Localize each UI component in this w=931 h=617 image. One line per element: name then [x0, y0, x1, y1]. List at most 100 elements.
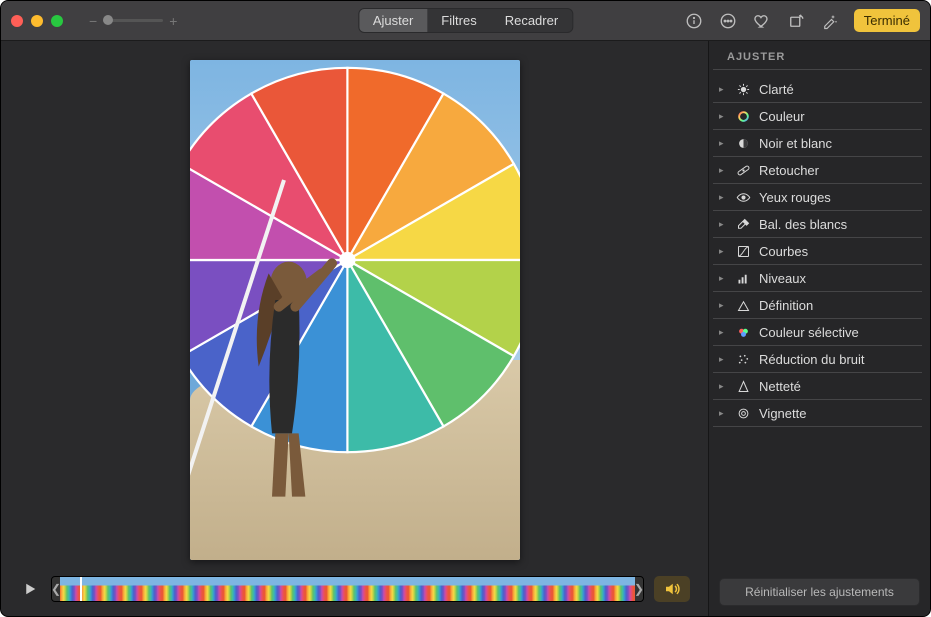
timeline-scrubber[interactable]: ❮ ❯	[51, 576, 644, 602]
levels-icon	[735, 270, 751, 286]
eye-icon	[735, 189, 751, 205]
timeline-frame	[491, 577, 512, 601]
close-window-button[interactable]	[11, 15, 23, 27]
adjust-item-levels[interactable]: ▸Niveaux	[713, 265, 922, 292]
adjust-item-label: Courbes	[759, 244, 912, 259]
reset-adjustments-button[interactable]: Réinitialiser les ajustements	[719, 578, 920, 606]
timeline-frame	[409, 577, 430, 601]
adjust-item-label: Bal. des blancs	[759, 217, 912, 232]
adjust-item-label: Vignette	[759, 406, 912, 421]
dropper-icon	[735, 216, 751, 232]
chevron-right-icon: ▸	[719, 111, 727, 122]
adjust-item-bw[interactable]: ▸Noir et blanc	[713, 130, 922, 157]
adjust-item-sharpen[interactable]: ▸Netteté	[713, 373, 922, 400]
zoom-out-icon: −	[89, 13, 97, 29]
timeline-frame	[430, 577, 451, 601]
light-icon	[735, 81, 751, 97]
adjust-item-label: Yeux rouges	[759, 190, 912, 205]
curves-icon	[735, 243, 751, 259]
adjust-item-selective[interactable]: ▸ Couleur sélective	[713, 319, 922, 346]
adjust-list: ▸Clarté▸Couleur▸Noir et blanc▸Retoucher▸…	[709, 76, 930, 568]
timeline-frame	[163, 577, 184, 601]
definition-icon	[735, 297, 751, 313]
selective-icon	[735, 324, 751, 340]
color-icon	[735, 108, 751, 124]
adjust-item-light[interactable]: ▸Clarté	[713, 76, 922, 103]
timeline-frame	[471, 577, 492, 601]
photo-canvas	[1, 41, 708, 572]
zoom-window-button[interactable]	[51, 15, 63, 27]
timeline-frame	[245, 577, 266, 601]
zoom-slider[interactable]: − +	[89, 13, 177, 29]
more-icon[interactable]	[718, 11, 738, 31]
timeline-frame	[450, 577, 471, 601]
zoom-track[interactable]	[103, 19, 163, 22]
chevron-right-icon: ▸	[719, 138, 727, 149]
timeline-frame	[512, 577, 533, 601]
chevron-right-icon: ▸	[719, 219, 727, 230]
bandage-icon	[735, 162, 751, 178]
tab-filtres[interactable]: Filtres	[427, 9, 490, 32]
timeline-frame	[368, 577, 389, 601]
adjust-item-label: Clarté	[759, 82, 912, 97]
favorite-icon[interactable]	[752, 11, 772, 31]
info-icon[interactable]	[684, 11, 704, 31]
timeline-frame	[224, 577, 245, 601]
chevron-right-icon: ▸	[719, 300, 727, 311]
adjust-item-curves[interactable]: ▸ Courbes	[713, 238, 922, 265]
timeline-frame	[594, 577, 615, 601]
adjust-item-label: Retoucher	[759, 163, 912, 178]
tab-ajuster[interactable]: Ajuster	[359, 9, 427, 32]
timeline-frame	[122, 577, 143, 601]
timeline-frame	[60, 577, 81, 601]
bw-icon	[735, 135, 751, 151]
timeline-frame	[142, 577, 163, 601]
vignette-icon	[735, 405, 751, 421]
adjust-item-label: Définition	[759, 298, 912, 313]
chevron-right-icon: ▸	[719, 354, 727, 365]
timeline-frame	[306, 577, 327, 601]
rotate-icon[interactable]	[786, 11, 806, 31]
chevron-right-icon: ▸	[719, 327, 727, 338]
play-button[interactable]	[19, 578, 41, 600]
timeline-frame	[286, 577, 307, 601]
person-graphic	[242, 250, 342, 500]
auto-enhance-icon[interactable]	[820, 11, 840, 31]
main-area: ❮ ❯	[1, 41, 708, 616]
photo-preview[interactable]	[190, 60, 520, 560]
noise-icon	[735, 351, 751, 367]
body: ❮ ❯ AJUSTER ▸Clarté▸Couleur▸Noir et blan…	[1, 41, 930, 616]
edit-mode-tabs: AjusterFiltresRecadrer	[358, 8, 573, 33]
chevron-right-icon: ▸	[719, 246, 727, 257]
timeline-frame	[265, 577, 286, 601]
timeline-frame	[101, 577, 122, 601]
adjust-item-eye[interactable]: ▸ Yeux rouges	[713, 184, 922, 211]
adjust-item-label: Couleur	[759, 109, 912, 124]
chevron-right-icon: ▸	[719, 192, 727, 203]
playhead[interactable]	[80, 576, 82, 602]
minimize-window-button[interactable]	[31, 15, 43, 27]
timeline-frames	[60, 577, 635, 601]
adjust-item-label: Netteté	[759, 379, 912, 394]
timeline-frame	[573, 577, 594, 601]
adjust-item-dropper[interactable]: ▸ Bal. des blancs	[713, 211, 922, 238]
adjust-item-label: Couleur sélective	[759, 325, 912, 340]
adjust-item-color[interactable]: ▸ Couleur	[713, 103, 922, 130]
adjust-item-vignette[interactable]: ▸ Vignette	[713, 400, 922, 427]
trim-handle-right[interactable]: ❯	[635, 577, 643, 601]
adjust-panel: AJUSTER ▸Clarté▸Couleur▸Noir et blanc▸Re…	[708, 41, 930, 616]
zoom-thumb[interactable]	[103, 15, 113, 25]
sharpen-icon	[735, 378, 751, 394]
tab-recadrer[interactable]: Recadrer	[491, 9, 572, 32]
done-button[interactable]: Terminé	[854, 9, 920, 32]
trim-handle-left[interactable]: ❮	[52, 577, 60, 601]
adjust-item-definition[interactable]: ▸ Définition	[713, 292, 922, 319]
sound-button[interactable]	[654, 576, 690, 602]
adjust-item-noise[interactable]: ▸Réduction du bruit	[713, 346, 922, 373]
adjust-item-label: Niveaux	[759, 271, 912, 286]
timeline-frame	[532, 577, 553, 601]
timeline-frame	[347, 577, 368, 601]
timeline-frame	[389, 577, 410, 601]
chevron-right-icon: ▸	[719, 408, 727, 419]
adjust-item-bandage[interactable]: ▸Retoucher	[713, 157, 922, 184]
